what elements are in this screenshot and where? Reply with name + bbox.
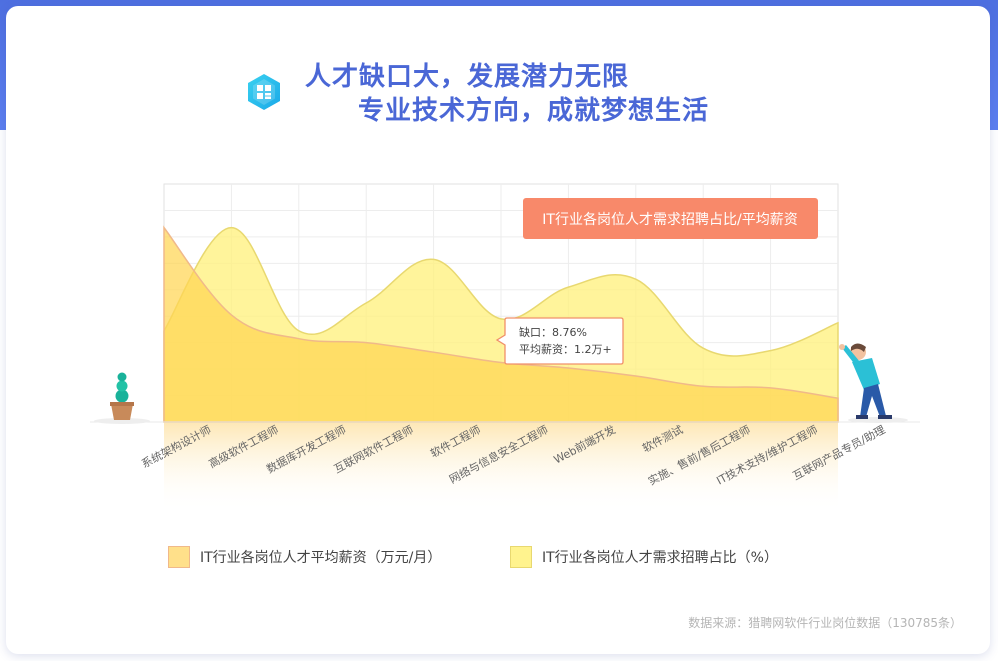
tooltip: 缺口：8.76% 平均薪资：1.2万+ <box>495 317 624 365</box>
tooltip-salary-text: 平均薪资：1.2万+ <box>519 343 612 356</box>
legend-salary: IT行业各岗位人才平均薪资（万元/月） <box>168 544 441 570</box>
tooltip-gap-text: 缺口：8.76% <box>519 325 587 339</box>
person-pushing-icon <box>839 343 908 423</box>
legend-demand-label: IT行业各岗位人才需求招聘占比（%） <box>542 550 778 566</box>
area-chart: 系统架构设计师高级软件工程师数据库开发工程师互联网软件工程师 软件工程师网络与信息… <box>90 183 920 512</box>
legend-demand: IT行业各岗位人才需求招聘占比（%） <box>510 544 778 570</box>
legend-salary-label: IT行业各岗位人才平均薪资（万元/月） <box>200 550 442 566</box>
legend-demand-swatch <box>510 546 532 568</box>
potted-plant-icon <box>94 372 150 424</box>
legend-salary-swatch <box>168 546 190 568</box>
chart-title: IT行业各岗位人才需求招聘占比/平均薪资 <box>542 212 797 228</box>
data-source-note: 数据来源：猎聘网软件行业岗位数据（130785条） <box>688 616 962 630</box>
